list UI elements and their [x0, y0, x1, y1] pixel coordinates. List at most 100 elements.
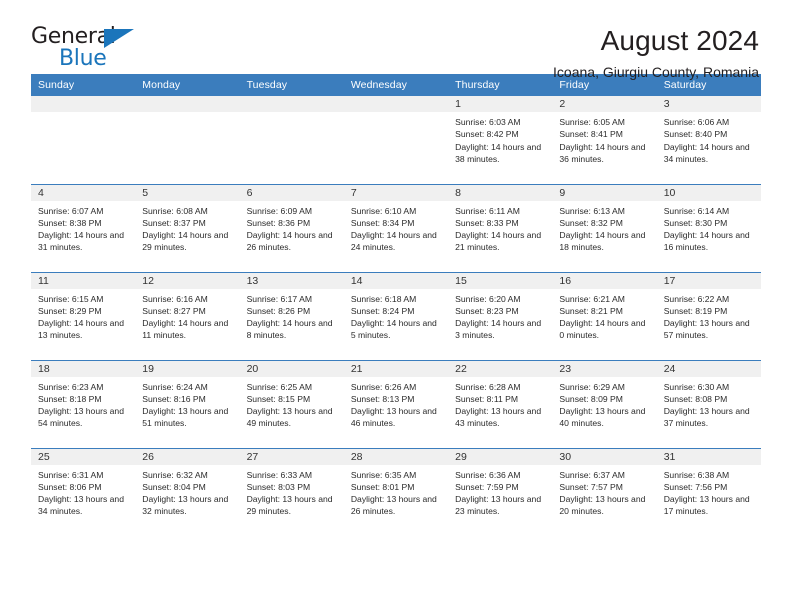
- calendar-day-cell[interactable]: 14 Sunrise: 6:18 AM Sunset: 8:24 PM Dayligh…: [343, 271, 449, 360]
- day-number: 4: [31, 184, 136, 201]
- daylight-duration: Daylight: 13 hours and 40 minutes.: [559, 406, 646, 429]
- daylight-duration: Daylight: 14 hours and 0 minutes.: [559, 318, 646, 341]
- calendar-day-cell[interactable]: 19 Sunrise: 6:24 AM Sunset: 8:16 PM Dayligh…: [135, 359, 240, 448]
- calendar-day-cell[interactable]: 25 Sunrise: 6:31 AM Sunset: 8:06 PM Dayligh…: [31, 447, 136, 536]
- sunset-time: Sunset: 8:11 PM: [455, 393, 519, 404]
- day-details: Sunrise: 6:31 AM Sunset: 8:06 PM Daylight:…: [31, 465, 135, 518]
- page-header: General Blue August 2024 Icoana, Giurgiu…: [31, 0, 761, 81]
- daylight-duration: Daylight: 14 hours and 18 minutes.: [559, 230, 646, 253]
- calendar-day-cell[interactable]: 17 Sunrise: 6:22 AM Sunset: 8:19 PM Dayligh…: [656, 271, 761, 360]
- calendar-day-cell[interactable]: 18 Sunrise: 6:23 AM Sunset: 8:18 PM Dayligh…: [31, 359, 136, 448]
- calendar-day-cell[interactable]: 23 Sunrise: 6:29 AM Sunset: 8:09 PM Dayligh…: [552, 359, 657, 448]
- day-details: Sunrise: 6:32 AM Sunset: 8:04 PM Daylight:…: [135, 465, 239, 518]
- sunset-time: Sunset: 7:56 PM: [663, 481, 728, 492]
- calendar-day-cell[interactable]: 28 Sunrise: 6:35 AM Sunset: 8:01 PM Dayligh…: [343, 447, 449, 536]
- sunset-time: Sunset: 7:59 PM: [455, 481, 519, 492]
- day-number: [239, 96, 344, 112]
- day-number: 20: [239, 360, 344, 377]
- day-details: Sunrise: 6:18 AM Sunset: 8:24 PM Daylight:…: [344, 289, 448, 342]
- day-details: Sunrise: 6:03 AM Sunset: 8:42 PM Daylight:…: [448, 112, 552, 165]
- day-details: Sunrise: 6:23 AM Sunset: 8:18 PM Daylight:…: [31, 377, 135, 430]
- day-details: Sunrise: 6:37 AM Sunset: 7:57 PM Daylight:…: [552, 465, 656, 518]
- calendar-day-cell[interactable]: 7 Sunrise: 6:10 AM Sunset: 8:34 PM Daylight…: [343, 183, 449, 272]
- day-details: Sunrise: 6:17 AM Sunset: 8:26 PM Daylight:…: [240, 289, 344, 342]
- daylight-duration: Daylight: 14 hours and 34 minutes.: [663, 141, 750, 164]
- day-number: [343, 96, 449, 112]
- day-number: 11: [31, 272, 136, 289]
- calendar-day-cell[interactable]: 15 Sunrise: 6:20 AM Sunset: 8:23 PM Dayligh…: [448, 271, 553, 360]
- sunset-time: Sunset: 8:29 PM: [38, 305, 102, 316]
- sunrise-sunset-calendar: Sunday Monday Tuesday Wednesday Thursday…: [31, 74, 761, 536]
- sunset-time: Sunset: 8:09 PM: [559, 393, 623, 404]
- sunrise-time: Sunrise: 6:38 AM: [663, 469, 730, 480]
- calendar-day-cell[interactable]: 3 Sunrise: 6:06 AM Sunset: 8:40 PM Daylight…: [656, 96, 761, 184]
- calendar-day-cell[interactable]: 2 Sunrise: 6:05 AM Sunset: 8:41 PM Daylight…: [552, 96, 657, 184]
- day-details: Sunrise: 6:25 AM Sunset: 8:15 PM Daylight:…: [240, 377, 344, 430]
- sunset-time: Sunset: 8:06 PM: [38, 481, 102, 492]
- calendar-cell-empty: [135, 96, 240, 184]
- calendar-day-cell[interactable]: 12 Sunrise: 6:16 AM Sunset: 8:27 PM Dayligh…: [135, 271, 240, 360]
- daylight-duration: Daylight: 13 hours and 29 minutes.: [246, 494, 333, 517]
- sunrise-time: Sunrise: 6:37 AM: [559, 469, 625, 480]
- day-details: Sunrise: 6:28 AM Sunset: 8:11 PM Daylight:…: [448, 377, 552, 430]
- day-details: Sunrise: 6:38 AM Sunset: 7:56 PM Daylight:…: [657, 465, 761, 518]
- weekday-header-sunday: Sunday: [31, 74, 136, 96]
- calendar-day-cell[interactable]: 24 Sunrise: 6:30 AM Sunset: 8:08 PM Dayligh…: [656, 359, 761, 448]
- sunset-time: Sunset: 8:34 PM: [350, 217, 415, 228]
- calendar-day-cell[interactable]: 27 Sunrise: 6:33 AM Sunset: 8:03 PM Dayligh…: [239, 447, 344, 536]
- brand-name-general: General: [31, 24, 116, 49]
- sunrise-time: Sunrise: 6:13 AM: [559, 205, 625, 216]
- sunset-time: Sunset: 8:36 PM: [246, 217, 311, 228]
- day-details: Sunrise: 6:20 AM Sunset: 8:23 PM Daylight:…: [448, 289, 552, 342]
- day-number: [135, 96, 240, 112]
- daylight-duration: Daylight: 14 hours and 11 minutes.: [142, 318, 229, 341]
- calendar-week-row: 18 Sunrise: 6:23 AM Sunset: 8:18 PM Dayligh…: [31, 359, 761, 448]
- sunset-time: Sunset: 8:08 PM: [663, 393, 728, 404]
- calendar-day-cell[interactable]: 10 Sunrise: 6:14 AM Sunset: 8:30 PM Dayligh…: [656, 183, 761, 272]
- weekday-header-monday: Monday: [135, 74, 240, 96]
- day-number: 21: [343, 360, 449, 377]
- calendar-day-cell[interactable]: 1 Sunrise: 6:03 AM Sunset: 8:42 PM Daylight…: [448, 96, 553, 184]
- calendar-day-cell[interactable]: 31 Sunrise: 6:38 AM Sunset: 7:56 PM Dayligh…: [656, 447, 761, 536]
- calendar-day-cell[interactable]: 20 Sunrise: 6:25 AM Sunset: 8:15 PM Dayligh…: [239, 359, 344, 448]
- brand-logo[interactable]: General Blue: [31, 26, 139, 74]
- day-number: 2: [552, 96, 657, 112]
- sunset-time: Sunset: 8:24 PM: [350, 305, 415, 316]
- day-number: 31: [656, 448, 761, 465]
- day-number: 19: [135, 360, 240, 377]
- day-number: 16: [552, 272, 657, 289]
- calendar-day-cell[interactable]: 21 Sunrise: 6:26 AM Sunset: 8:13 PM Dayligh…: [343, 359, 449, 448]
- day-details: Sunrise: 6:14 AM Sunset: 8:30 PM Daylight:…: [657, 201, 761, 254]
- day-number: 14: [343, 272, 449, 289]
- calendar-day-cell[interactable]: 4 Sunrise: 6:07 AM Sunset: 8:38 PM Daylight…: [31, 183, 136, 272]
- sunset-time: Sunset: 8:27 PM: [142, 305, 206, 316]
- calendar-day-cell[interactable]: 30 Sunrise: 6:37 AM Sunset: 7:57 PM Dayligh…: [552, 447, 657, 536]
- sunrise-time: Sunrise: 6:05 AM: [559, 117, 625, 127]
- day-number: 17: [656, 272, 761, 289]
- calendar-day-cell[interactable]: 13 Sunrise: 6:17 AM Sunset: 8:26 PM Dayligh…: [239, 271, 344, 360]
- sunset-time: Sunset: 8:03 PM: [246, 481, 311, 492]
- day-number: 30: [552, 448, 657, 465]
- day-details: Sunrise: 6:11 AM Sunset: 8:33 PM Daylight:…: [448, 201, 552, 254]
- day-number: 6: [239, 184, 344, 201]
- calendar-day-cell[interactable]: 26 Sunrise: 6:32 AM Sunset: 8:04 PM Dayligh…: [135, 447, 240, 536]
- daylight-duration: Daylight: 13 hours and 37 minutes.: [663, 406, 750, 429]
- sunrise-time: Sunrise: 6:31 AM: [38, 469, 104, 480]
- page-title: August 2024: [600, 25, 759, 56]
- calendar-day-cell[interactable]: 6 Sunrise: 6:09 AM Sunset: 8:36 PM Daylight…: [239, 183, 344, 272]
- calendar-day-cell[interactable]: 16 Sunrise: 6:21 AM Sunset: 8:21 PM Dayligh…: [552, 271, 657, 360]
- daylight-duration: Daylight: 13 hours and 34 minutes.: [38, 494, 124, 517]
- calendar-day-cell[interactable]: 29 Sunrise: 6:36 AM Sunset: 7:59 PM Dayligh…: [448, 447, 553, 536]
- sunset-time: Sunset: 8:04 PM: [142, 481, 206, 492]
- sunrise-time: Sunrise: 6:32 AM: [142, 469, 208, 480]
- calendar-week-row: 4 Sunrise: 6:07 AM Sunset: 8:38 PM Daylight…: [31, 183, 761, 272]
- day-number: 28: [343, 448, 449, 465]
- day-details: Sunrise: 6:08 AM Sunset: 8:37 PM Daylight:…: [135, 201, 239, 254]
- sunrise-time: Sunrise: 6:08 AM: [142, 205, 208, 216]
- calendar-day-cell[interactable]: 9 Sunrise: 6:13 AM Sunset: 8:32 PM Daylight…: [552, 183, 657, 272]
- calendar-day-cell[interactable]: 11 Sunrise: 6:15 AM Sunset: 8:29 PM Dayligh…: [31, 271, 136, 360]
- day-number: 1: [448, 96, 553, 112]
- calendar-day-cell[interactable]: 5 Sunrise: 6:08 AM Sunset: 8:37 PM Daylight…: [135, 183, 240, 272]
- calendar-day-cell[interactable]: 22 Sunrise: 6:28 AM Sunset: 8:11 PM Dayligh…: [448, 359, 553, 448]
- calendar-day-cell[interactable]: 8 Sunrise: 6:11 AM Sunset: 8:33 PM Daylight…: [448, 183, 553, 272]
